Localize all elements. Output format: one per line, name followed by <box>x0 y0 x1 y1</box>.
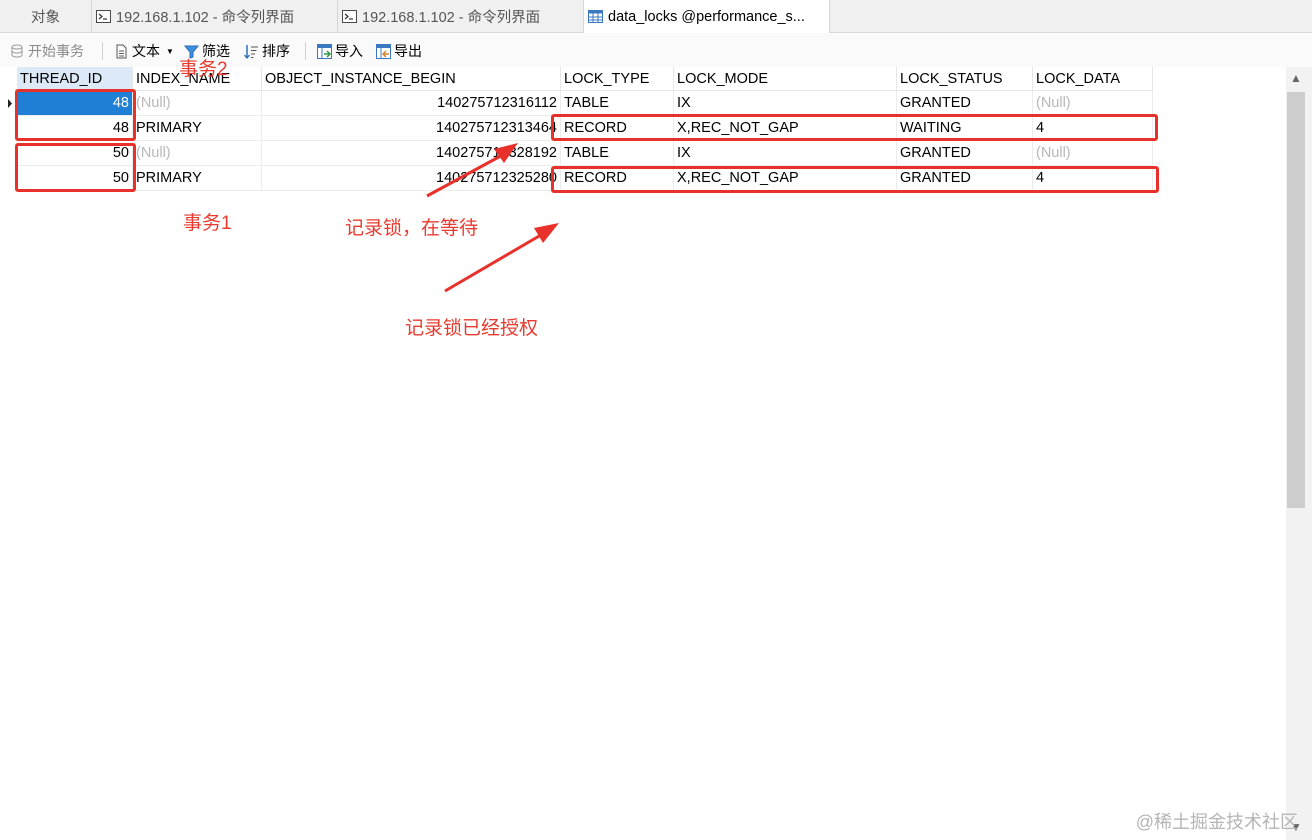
annotation-box-tx2 <box>15 89 136 141</box>
annotation-label-tx2: 事务2 <box>179 59 228 80</box>
sort-label: 排序 <box>262 43 290 59</box>
annotation-label-granted: 记录锁已经授权 <box>405 318 539 339</box>
table-cell[interactable]: PRIMARY <box>133 116 262 141</box>
table-cell[interactable]: IX <box>674 141 897 166</box>
table-cell[interactable]: TABLE <box>561 141 674 166</box>
play-icon <box>8 99 12 108</box>
table-cell[interactable]: GRANTED <box>897 141 1033 166</box>
import-label: 导入 <box>335 43 363 59</box>
table-cell[interactable]: GRANTED <box>897 91 1033 116</box>
tab-command-line-2[interactable]: 192.168.1.102 - 命令列界面 <box>338 0 584 32</box>
sort-icon <box>244 44 258 59</box>
column-header-lock-status[interactable]: LOCK_STATUS <box>897 67 1033 91</box>
column-header-object-instance-begin[interactable]: OBJECT_INSTANCE_BEGIN <box>262 67 561 91</box>
table-cell[interactable]: 140275712313464 <box>262 116 561 141</box>
watermark: @稀土掘金技术社区 <box>1135 812 1298 832</box>
toolbar-divider <box>102 42 103 60</box>
toolbar-divider <box>305 42 306 60</box>
tab-label: data_locks @performance_s... <box>608 8 805 25</box>
table-cell[interactable]: 140275712328192 <box>262 141 561 166</box>
table-cell[interactable]: (Null) <box>1033 141 1153 166</box>
current-row-indicator <box>0 91 16 116</box>
begin-transaction-button[interactable]: 开始事务 <box>10 41 84 61</box>
sort-button[interactable]: 排序 <box>244 41 290 61</box>
export-icon <box>376 43 391 59</box>
tab-objects[interactable]: 对象 <box>0 0 92 32</box>
annotation-box-granted-lock <box>551 166 1159 193</box>
export-button[interactable]: 导出 <box>376 41 422 61</box>
tab-label: 192.168.1.102 - 命令列界面 <box>116 9 295 26</box>
text-view-button[interactable]: 文本 ▼ <box>114 41 174 61</box>
column-header-lock-data[interactable]: LOCK_DATA <box>1033 67 1153 91</box>
table-cell[interactable]: (Null) <box>133 141 262 166</box>
annotation-box-tx1 <box>15 143 136 192</box>
table-cell[interactable]: TABLE <box>561 91 674 116</box>
chevron-down-icon: ▼ <box>166 46 174 56</box>
scroll-up-arrow-icon[interactable]: ▲ <box>1290 71 1302 85</box>
table-cell[interactable]: (Null) <box>1033 91 1153 116</box>
table-cell[interactable]: (Null) <box>133 91 262 116</box>
column-header-thread-id[interactable]: THREAD_ID <box>17 67 133 91</box>
table-cell[interactable]: PRIMARY <box>133 166 262 191</box>
import-button[interactable]: 导入 <box>317 41 363 61</box>
table-cell[interactable]: IX <box>674 91 897 116</box>
tab-label: 192.168.1.102 - 命令列界面 <box>362 9 541 26</box>
database-icon <box>11 44 23 57</box>
annotation-label-tx1: 事务1 <box>183 213 232 234</box>
document-icon <box>116 44 127 58</box>
table-cell[interactable]: 140275712325280 <box>262 166 561 191</box>
tab-bar: 对象 192.168.1.102 - 命令列界面 192.168.1.102 -… <box>0 0 1312 33</box>
import-icon <box>317 43 332 59</box>
tab-label: 对象 <box>31 9 60 26</box>
terminal-icon <box>342 9 357 23</box>
column-header-lock-type[interactable]: LOCK_TYPE <box>561 67 674 91</box>
column-header-lock-mode[interactable]: LOCK_MODE <box>674 67 897 91</box>
export-label: 导出 <box>394 43 422 59</box>
begin-transaction-label: 开始事务 <box>28 43 84 59</box>
table-cell[interactable]: 140275712316112 <box>262 91 561 116</box>
scrollbar-thumb[interactable] <box>1287 92 1305 508</box>
table-icon <box>588 10 603 23</box>
tab-command-line-1[interactable]: 192.168.1.102 - 命令列界面 <box>92 0 338 32</box>
text-view-label: 文本 <box>132 43 160 59</box>
tab-data-locks[interactable]: data_locks @performance_s... <box>584 0 830 33</box>
terminal-icon <box>96 9 111 23</box>
annotation-label-waiting: 记录锁，在等待 <box>345 218 479 239</box>
annotation-box-waiting-lock <box>551 114 1158 141</box>
